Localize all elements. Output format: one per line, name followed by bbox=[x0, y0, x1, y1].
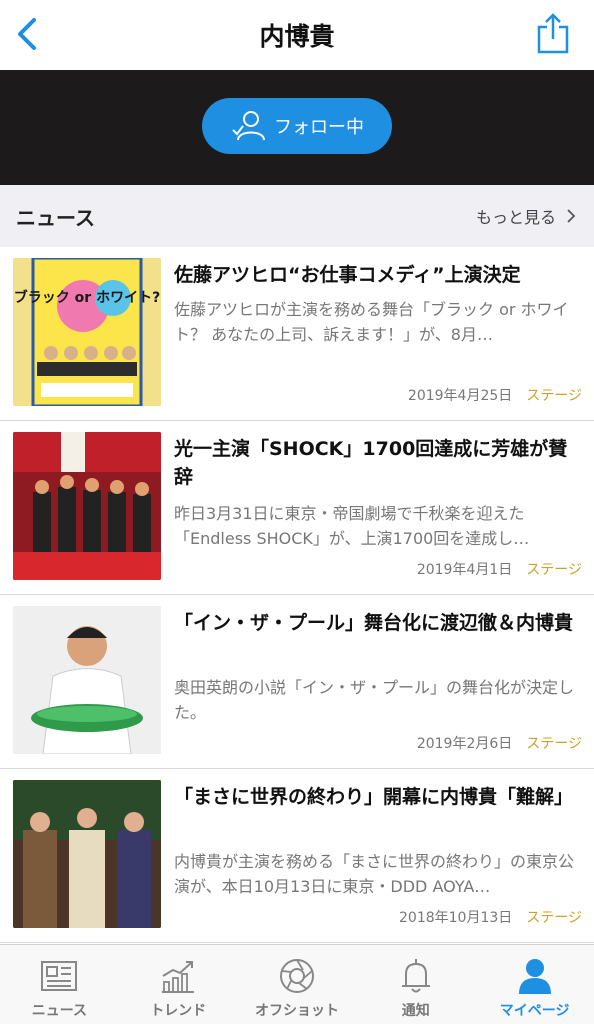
news-description: 昨日3月31日に東京・帝国劇場で千秋楽を迎えた「Endless SHOCK」が、… bbox=[174, 504, 530, 548]
news-category: ステージ bbox=[526, 736, 582, 752]
chevron-right-icon bbox=[567, 209, 576, 223]
tab-news[interactable]: ニュース bbox=[0, 945, 119, 1024]
share-icon[interactable] bbox=[536, 12, 570, 54]
person-icon bbox=[518, 959, 551, 994]
more-label: もっと見る bbox=[475, 208, 556, 227]
camera-aperture-icon bbox=[279, 959, 314, 993]
news-meta: 2018年10月13日 ステージ bbox=[399, 907, 582, 927]
tab-bar: ニュース トレンド オフショット 通知 マイページ bbox=[0, 944, 594, 1024]
profile-hero: フォロー中 bbox=[0, 70, 594, 185]
follow-button[interactable]: フォロー中 bbox=[202, 97, 392, 154]
thumbnail-text: ブラック or ホワイト? bbox=[14, 289, 160, 306]
news-item[interactable]: 「まさに世界の終わり」開幕に内博貴「難解」 内博貴が主演を務める「まさに世界の終… bbox=[0, 769, 594, 943]
tab-label: オフショット bbox=[254, 1003, 339, 1019]
news-title: 光一主演「SHOCK」1700回達成に芳雄が賛辞 bbox=[174, 438, 568, 488]
news-date: 2019年4月25日 bbox=[407, 388, 513, 404]
news-date: 2019年2月6日 bbox=[416, 736, 513, 752]
back-chevron-icon[interactable] bbox=[8, 10, 48, 58]
news-thumbnail: ブラック or ホワイト? bbox=[13, 258, 161, 406]
page-title: 内博貴 bbox=[259, 22, 335, 51]
news-description: 奥田英朗の小説「イン・ザ・プール」の舞台化が決定した。 bbox=[174, 678, 575, 722]
tab-label: ニュース bbox=[31, 1003, 88, 1019]
tab-offshot[interactable]: オフショット bbox=[238, 945, 357, 1024]
nav-bar: 内博貴 bbox=[0, 0, 594, 70]
bell-icon bbox=[401, 959, 430, 993]
news-thumbnail bbox=[13, 780, 161, 928]
news-date: 2018年10月13日 bbox=[399, 910, 513, 926]
news-item[interactable]: 「イン・ザ・プール」舞台化に渡辺徹＆内博貴 奥田英朗の小説「イン・ザ・プール」の… bbox=[0, 595, 594, 769]
news-date: 2019年4月1日 bbox=[416, 562, 513, 578]
person-check-icon bbox=[232, 110, 265, 140]
section-title: ニュース bbox=[16, 205, 95, 230]
more-link[interactable]: もっと見る bbox=[476, 204, 576, 228]
news-meta: 2019年4月1日 ステージ bbox=[417, 559, 582, 579]
news-description: 内博貴が主演を務める「まさに世界の終わり」の東京公演が、本日10月13日に東京・… bbox=[174, 852, 575, 896]
news-meta: 2019年4月25日 ステージ bbox=[408, 385, 582, 405]
news-item[interactable]: ブラック or ホワイト? 佐藤アツヒロ“お仕事コメディ”上演決定 佐藤アツヒロ… bbox=[0, 247, 594, 421]
tab-label: トレンド bbox=[150, 1003, 207, 1019]
news-title: 「イン・ザ・プール」舞台化に渡辺徹＆内博貴 bbox=[174, 612, 574, 634]
news-title: 佐藤アツヒロ“お仕事コメディ”上演決定 bbox=[174, 264, 521, 286]
tab-notifications[interactable]: 通知 bbox=[356, 945, 475, 1024]
news-category: ステージ bbox=[526, 388, 582, 404]
tab-label: マイページ bbox=[499, 1003, 570, 1019]
news-section-header: ニュース もっと見る bbox=[0, 185, 594, 247]
news-thumbnail bbox=[13, 606, 161, 754]
tab-label: 通知 bbox=[401, 1003, 430, 1019]
news-thumbnail bbox=[13, 432, 161, 580]
tab-mypage[interactable]: マイページ bbox=[475, 945, 594, 1024]
follow-label: フォロー中 bbox=[274, 116, 364, 137]
news-title: 「まさに世界の終わり」開幕に内博貴「難解」 bbox=[174, 786, 574, 808]
news-meta: 2019年2月6日 ステージ bbox=[417, 733, 582, 753]
trend-icon bbox=[162, 961, 195, 993]
news-description: 佐藤アツヒロが主演を務める舞台「ブラック or ホワイト？ あなたの上司、訴えま… bbox=[174, 300, 569, 344]
news-icon bbox=[41, 961, 78, 991]
news-list: ブラック or ホワイト? 佐藤アツヒロ“お仕事コメディ”上演決定 佐藤アツヒロ… bbox=[0, 247, 594, 943]
news-item[interactable]: 光一主演「SHOCK」1700回達成に芳雄が賛辞 昨日3月31日に東京・帝国劇場… bbox=[0, 421, 594, 595]
news-category: ステージ bbox=[526, 910, 582, 926]
tab-trend[interactable]: トレンド bbox=[119, 945, 238, 1024]
news-category: ステージ bbox=[526, 562, 582, 578]
